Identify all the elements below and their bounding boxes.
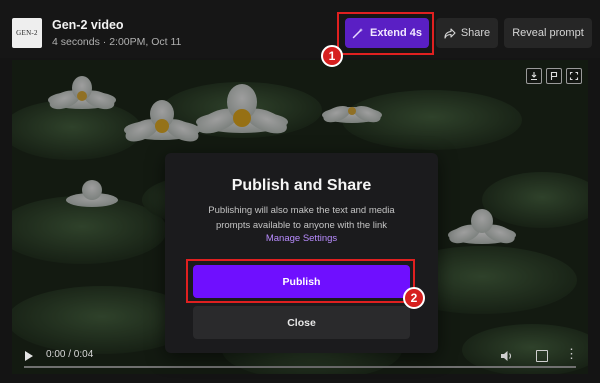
callout-badge-1: 1 <box>321 45 343 67</box>
expand-icon[interactable] <box>566 68 582 84</box>
download-icon[interactable] <box>526 68 542 84</box>
video-header: GEN-2 Gen-2 video 4 seconds · 2:00PM, Oc… <box>0 0 600 58</box>
time-readout: 0:00 / 0:04 <box>46 349 94 360</box>
share-arrow-icon <box>444 27 456 39</box>
reveal-prompt-label: Reveal prompt <box>512 27 584 39</box>
play-icon[interactable] <box>25 351 33 361</box>
progress-bar[interactable] <box>24 366 576 368</box>
publish-dialog: Publish and Share Publishing will also m… <box>165 153 438 353</box>
dialog-description: Publishing will also make the text and m… <box>208 205 395 231</box>
share-button[interactable]: Share <box>436 18 498 48</box>
manage-settings-link[interactable]: Manage Settings <box>165 233 438 244</box>
close-label: Close <box>287 316 316 329</box>
flag-icon[interactable] <box>546 68 562 84</box>
fullscreen-icon[interactable] <box>536 350 548 362</box>
reveal-prompt-button[interactable]: Reveal prompt <box>504 18 592 48</box>
close-button[interactable]: Close <box>193 306 410 339</box>
video-corner-controls <box>526 68 582 84</box>
video-title: Gen-2 video <box>52 18 124 32</box>
dialog-title: Publish and Share <box>231 177 372 194</box>
volume-icon[interactable] <box>500 350 514 362</box>
more-options-icon[interactable]: ⋮ <box>565 347 578 360</box>
callout-box-publish <box>186 259 415 303</box>
share-label: Share <box>460 27 491 39</box>
video-thumbnail: GEN-2 <box>12 18 42 48</box>
video-meta: 4 seconds · 2:00PM, Oct 11 <box>52 36 182 48</box>
callout-badge-2: 2 <box>403 287 425 309</box>
callout-box-extend <box>337 12 434 55</box>
